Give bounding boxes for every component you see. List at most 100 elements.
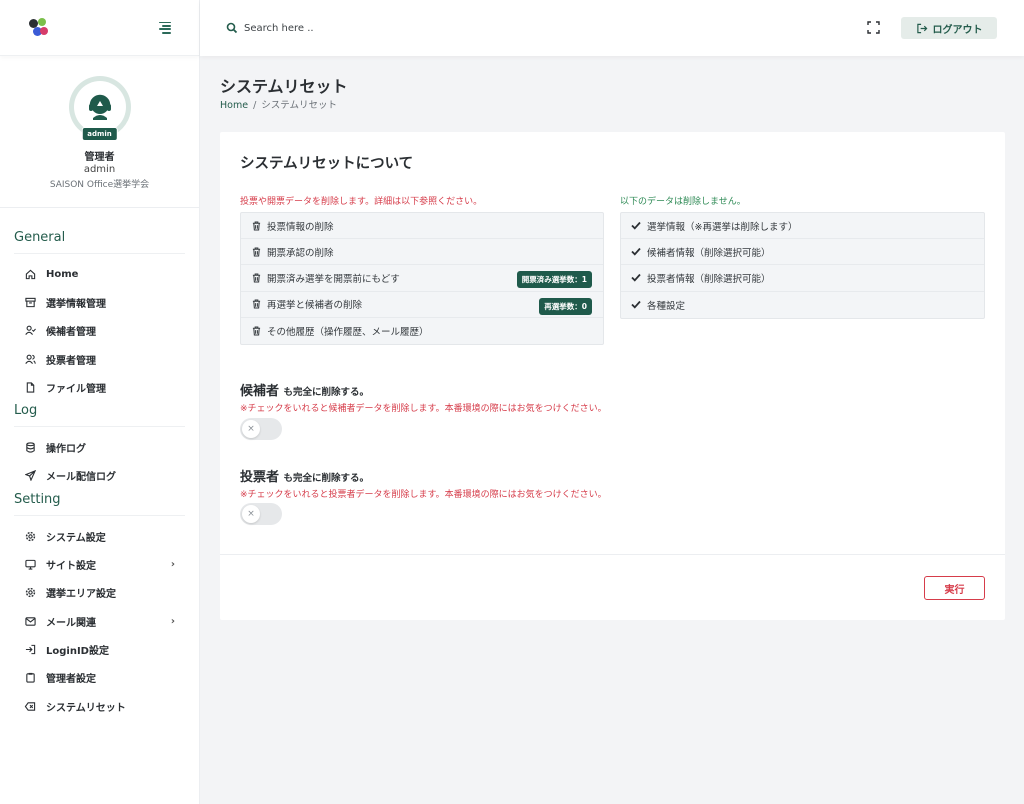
trash-icon xyxy=(251,247,261,257)
section-divider xyxy=(14,253,185,254)
sidebar-item-candidates[interactable]: 候補者管理 xyxy=(0,317,199,345)
check-icon xyxy=(631,221,641,231)
sidebar-item-files[interactable]: ファイル管理 xyxy=(0,373,199,401)
sidebar-item-voters[interactable]: 投票者管理 xyxy=(0,345,199,373)
page-title: システムリセット xyxy=(220,77,348,96)
section-title-setting: Setting xyxy=(14,492,61,508)
list-item: 再選挙と候補者の削除 再選挙数：0 xyxy=(241,292,603,318)
gear-icon xyxy=(24,587,36,599)
role-badge: admin xyxy=(81,127,118,141)
card-footer-divider xyxy=(220,554,1005,555)
option-title-main: 候補者 xyxy=(240,384,280,399)
trash-icon xyxy=(251,273,261,283)
list-item: 投票情報の削除 xyxy=(241,213,603,240)
profile-id: admin xyxy=(83,164,116,175)
top-header: ログアウト xyxy=(200,0,1024,56)
keep-heading: 以下のデータは削除しません。 xyxy=(620,197,746,207)
users-icon xyxy=(24,353,36,365)
card-title: システムリセットについて xyxy=(240,156,414,172)
section-title-general: General xyxy=(14,230,66,245)
execute-button[interactable]: 実行 xyxy=(924,576,985,600)
delete-heading: 投票や開票データを削除します。詳細は以下参照ください。 xyxy=(240,197,483,207)
list-item-label: 候補者情報（削除選択可能） xyxy=(647,247,771,259)
opened-count-badge: 開票済み選挙数：1 xyxy=(516,271,592,289)
breadcrumb-current: システムリセット xyxy=(261,100,337,111)
sidebar-item-mail-log[interactable]: メール配信ログ xyxy=(0,462,199,490)
list-item: 選挙情報（※再選挙は削除します） xyxy=(621,213,984,240)
sidebar-item-election-info[interactable]: 選挙情報管理 xyxy=(0,288,199,316)
voter-delete-toggle[interactable]: × xyxy=(240,503,282,525)
list-item: 各種設定 xyxy=(621,292,984,318)
fullscreen-icon[interactable] xyxy=(867,21,880,34)
sidebar-item-area-settings[interactable]: 選挙エリア設定 xyxy=(0,579,199,607)
support-agent-icon xyxy=(88,94,111,120)
trash-icon xyxy=(251,221,261,231)
option-title-suffix: も完全に削除する。 xyxy=(283,473,370,484)
list-item: 開票承認の削除 xyxy=(241,239,603,266)
list-item-label: 各種設定 xyxy=(647,300,686,312)
candidate-option-title: 候補者 も完全に削除する。 xyxy=(240,380,369,399)
voter-option-warning: ※チェックをいれると投票者データを削除します。本番環境の際にはお気をつけください… xyxy=(240,490,607,500)
list-item-label: 投票者情報（削除選択可能） xyxy=(647,273,771,285)
toggle-knob: × xyxy=(242,505,260,523)
avatar[interactable]: admin xyxy=(68,76,131,141)
sidebar-item-label: メール関連 xyxy=(46,617,96,629)
list-item: 開票済み選挙を開票前にもどす 開票済み選挙数：1 xyxy=(241,265,603,292)
section-title-log: Log xyxy=(14,403,38,419)
sidebar-item-label: メール配信ログ xyxy=(46,472,116,484)
file-icon xyxy=(24,381,36,393)
sidebar-item-mail[interactable]: メール関連 › xyxy=(0,607,199,635)
sidebar-item-admin-settings[interactable]: 管理者設定 xyxy=(0,664,199,692)
app-logo[interactable] xyxy=(28,17,50,39)
list-item: 投票者情報（削除選択可能） xyxy=(621,265,984,292)
logout-label: ログアウト xyxy=(932,24,983,36)
sidebar-item-label: 投票者管理 xyxy=(46,355,96,367)
list-item-label: 投票情報の削除 xyxy=(267,221,334,233)
logout-button[interactable]: ログアウト xyxy=(901,17,997,39)
sidebar-item-system-settings[interactable]: システム設定 xyxy=(0,522,199,550)
profile-name: 管理者 xyxy=(84,152,115,163)
sidebar-item-label: 選挙エリア設定 xyxy=(46,589,116,601)
send-icon xyxy=(24,470,36,482)
revote-count-badge: 再選挙数：0 xyxy=(539,297,592,315)
list-item-label: 再選挙と候補者の削除 xyxy=(267,300,363,312)
section-divider xyxy=(14,426,185,428)
sidebar-item-system-reset[interactable]: システムリセット xyxy=(0,692,199,720)
reset-card: システムリセットについて 投票や開票データを削除します。詳細は以下参照ください。… xyxy=(220,132,1005,620)
list-item-label: 開票承認の削除 xyxy=(267,247,334,259)
sidebar-item-loginid[interactable]: LoginID設定 xyxy=(0,635,199,663)
archive-icon xyxy=(24,296,36,308)
candidate-delete-toggle[interactable]: × xyxy=(240,418,282,440)
sidebar-item-home[interactable]: Home xyxy=(0,260,199,288)
sidebar-item-label: 候補者管理 xyxy=(46,327,96,339)
sidebar-item-label: システム設定 xyxy=(46,532,106,544)
list-item-label: 選挙情報（※再選挙は削除します） xyxy=(647,221,798,233)
sidebar-item-label: ファイル管理 xyxy=(46,383,106,395)
check-icon xyxy=(631,273,641,283)
clipboard-icon xyxy=(24,672,36,684)
sidebar-header xyxy=(0,0,199,56)
breadcrumb-home[interactable]: Home xyxy=(220,100,248,111)
list-item: その他履歴（操作履歴、メール履歴） xyxy=(241,318,603,344)
menu-toggle-icon[interactable] xyxy=(157,21,171,34)
sidebar-item-label: Home xyxy=(46,268,79,280)
sidebar-item-site-settings[interactable]: サイト設定 › xyxy=(0,550,199,578)
close-icon: × xyxy=(247,509,255,519)
sidebar: admin 管理者 admin SAISON Office選挙学会 Genera… xyxy=(0,0,200,804)
list-item: 候補者情報（削除選択可能） xyxy=(621,239,984,266)
section-divider xyxy=(14,515,185,517)
option-title-main: 投票者 xyxy=(240,470,280,485)
check-icon xyxy=(631,300,641,310)
candidate-option-warning: ※チェックをいれると候補者データを削除します。本番環境の際にはお気をつけください… xyxy=(240,404,607,414)
trash-icon xyxy=(251,299,261,309)
sidebar-item-label: LoginID設定 xyxy=(46,645,109,657)
breadcrumb-separator: / xyxy=(253,100,257,111)
sidebar-item-label: サイト設定 xyxy=(46,561,96,573)
sidebar-item-label: 管理者設定 xyxy=(46,674,96,686)
logout-icon xyxy=(916,23,927,33)
user-check-icon xyxy=(24,325,36,337)
search-input[interactable] xyxy=(244,18,444,38)
search-icon[interactable] xyxy=(226,22,238,34)
sidebar-item-operation-log[interactable]: 操作ログ xyxy=(0,433,199,461)
login-icon xyxy=(24,643,36,655)
